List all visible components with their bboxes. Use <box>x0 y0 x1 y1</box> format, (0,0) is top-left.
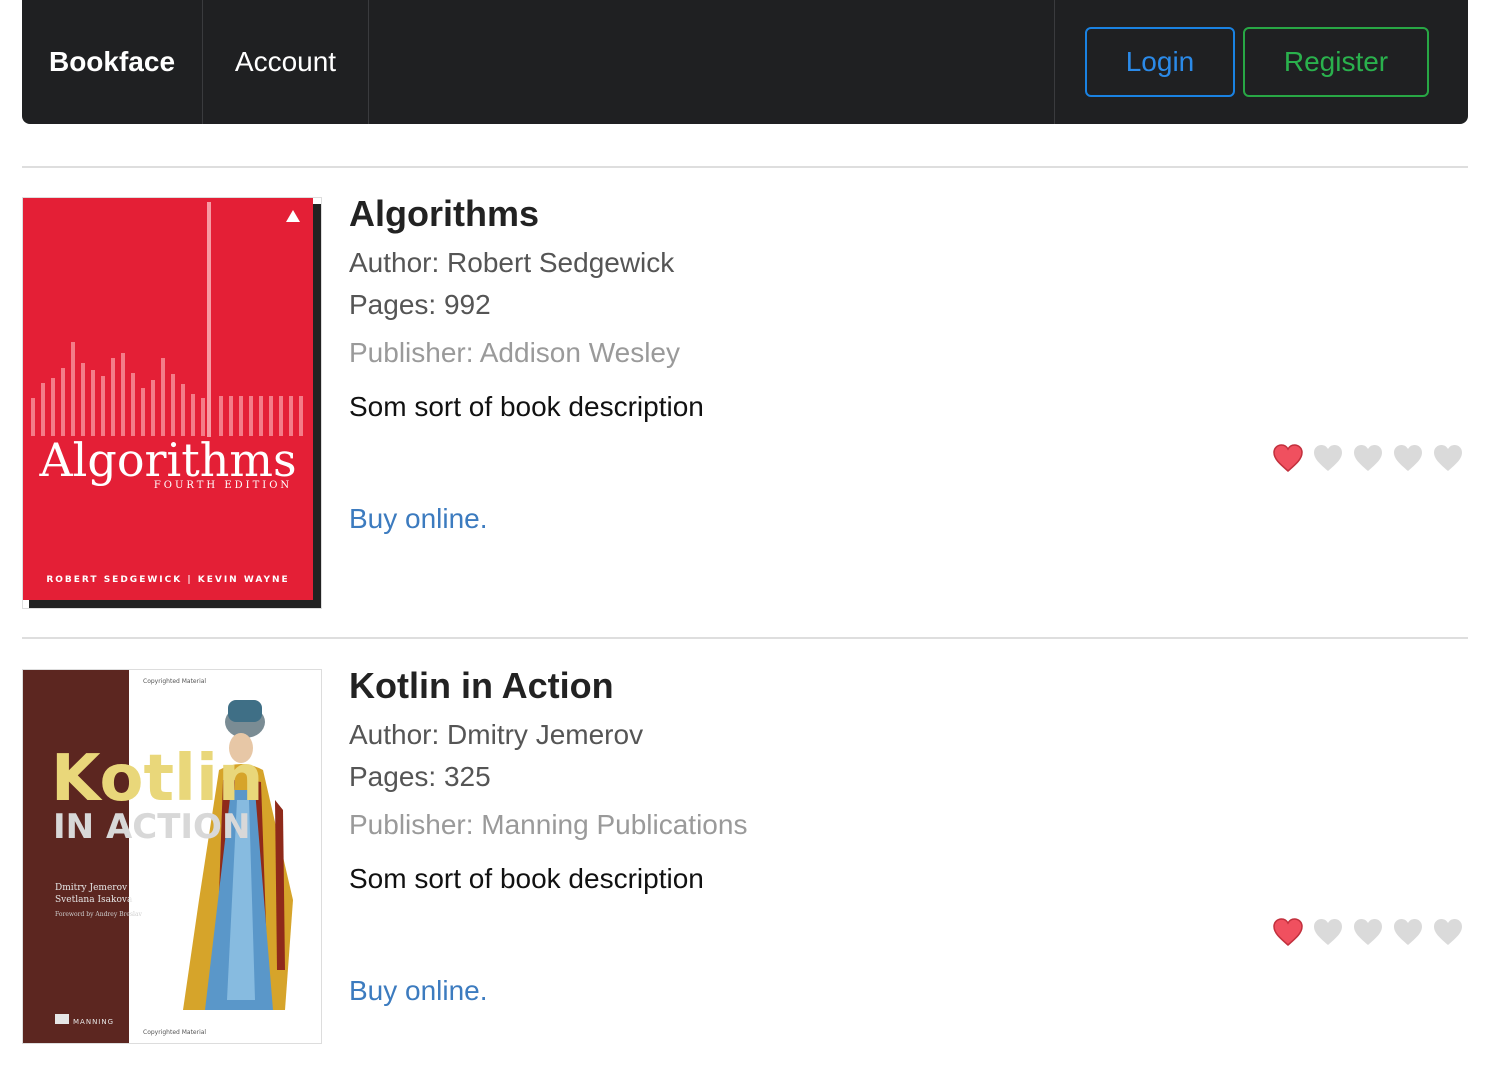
heart-icon[interactable] <box>1432 917 1464 947</box>
cover-authors: ROBERT SEDGEWICK | KEVIN WAYNE <box>46 575 289 585</box>
cover-subtitle: IN ACTION <box>53 807 250 847</box>
cover-note-top: Copyrighted Material <box>143 678 206 685</box>
cover-author-2: Svetlana Isakova <box>55 895 133 905</box>
heart-icon[interactable] <box>1272 443 1304 473</box>
book-author: Author: Dmitry Jemerov <box>349 719 644 750</box>
book-publisher: Publisher: Manning Publications <box>349 809 748 840</box>
cover-title: Algorithms <box>38 433 296 487</box>
cover-kotlin-image: Copyrighted Material Kotlin IN ACTION Dm… <box>23 670 321 1043</box>
buy-online-link[interactable]: Buy online. <box>349 503 488 535</box>
navbar-spacer <box>369 0 1054 124</box>
heart-icon[interactable] <box>1432 443 1464 473</box>
book-title: Kotlin in Action <box>349 665 614 706</box>
cover-spine-panel <box>23 670 129 1043</box>
rating-hearts <box>1272 443 1464 473</box>
register-button[interactable]: Register <box>1243 27 1429 97</box>
book-description: Som sort of book description <box>349 391 704 422</box>
heart-icon[interactable] <box>1312 443 1344 473</box>
book-publisher: Publisher: Addison Wesley <box>349 337 680 368</box>
brand-link[interactable]: Bookface <box>22 0 203 124</box>
heart-icon[interactable] <box>1272 917 1304 947</box>
cover-publisher: MANNING <box>73 1018 114 1026</box>
heart-icon[interactable] <box>1352 917 1384 947</box>
heart-icon[interactable] <box>1392 917 1424 947</box>
rating-hearts <box>1272 917 1464 947</box>
book-title: Algorithms <box>349 193 540 234</box>
book-description: Som sort of book description <box>349 863 704 894</box>
cover-title: Kotlin <box>51 742 263 816</box>
book-cover-kotlin[interactable]: Copyrighted Material Kotlin IN ACTION Dm… <box>22 669 322 1044</box>
book-author: Author: Robert Sedgewick <box>349 247 675 278</box>
heart-icon[interactable] <box>1392 443 1424 473</box>
login-button[interactable]: Login <box>1085 27 1235 97</box>
divider <box>22 637 1468 639</box>
cover-note-bottom: Copyrighted Material <box>143 1029 206 1036</box>
heart-icon[interactable] <box>1312 917 1344 947</box>
book-pages: Pages: 992 <box>349 289 491 320</box>
cover-foreword: Foreword by Andrey Breslav <box>55 911 143 918</box>
book-cover-algorithms[interactable]: Algorithms FOURTH EDITION ROBERT SEDGEWI… <box>22 197 322 609</box>
divider <box>22 166 1468 168</box>
auth-buttons: Login Register <box>1054 0 1468 124</box>
book-pages: Pages: 325 <box>349 761 491 792</box>
nav-link-account[interactable]: Account <box>203 0 369 124</box>
heart-icon[interactable] <box>1352 443 1384 473</box>
cover-algorithms-image: Algorithms FOURTH EDITION ROBERT SEDGEWI… <box>23 198 321 608</box>
buy-online-link[interactable]: Buy online. <box>349 975 488 1007</box>
manning-logo-icon <box>55 1014 69 1024</box>
cover-author-1: Dmitry Jemerov <box>55 883 128 893</box>
navbar: Bookface Account Login Register <box>22 0 1468 124</box>
cover-edition: FOURTH EDITION <box>154 480 292 491</box>
